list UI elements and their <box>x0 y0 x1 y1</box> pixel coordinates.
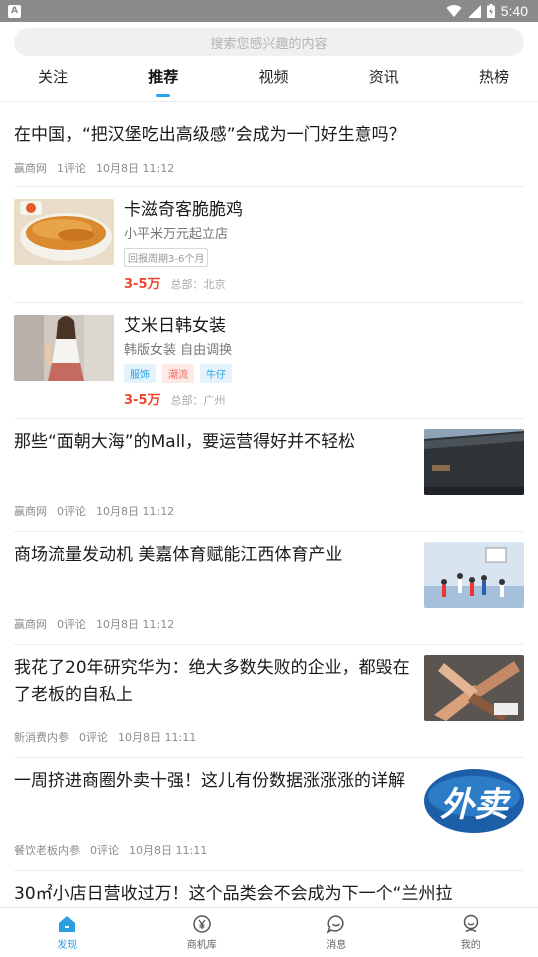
takeout-thumb-text: 外卖 <box>440 784 508 825</box>
shop-price: 3-5万 <box>124 277 161 292</box>
article-time: 10月8日 11:12 <box>96 162 175 175</box>
article-comments: 1评论 <box>57 162 86 175</box>
nav-discover[interactable]: 发现 <box>27 914 107 951</box>
battery-icon <box>486 4 495 18</box>
shop-image-chicken <box>14 199 114 265</box>
shop-desc: 小平米万元起立店 <box>124 227 229 242</box>
shop-price: 3-5万 <box>124 393 161 408</box>
shop-image-fashion <box>14 315 114 381</box>
news-source: 赢商网 <box>14 618 47 631</box>
news-time: 10月8日 11:11 <box>118 731 197 744</box>
shop-hq: 总部：广州 <box>170 394 226 407</box>
news-item[interactable]: 一周挤进商圈外卖十强！这儿有份数据涨涨涨的详解 外卖 餐饮老板内参 0评论 10… <box>14 758 524 871</box>
tab-follow[interactable]: 关注 <box>38 66 68 91</box>
shop-item[interactable]: 艾米日韩女装 韩版女装 自由调换 服饰 潮流 牛仔 3-5万 总部：广州 <box>14 303 524 419</box>
notification-icon: A <box>8 4 21 18</box>
news-image-hands <box>424 655 524 721</box>
news-item[interactable]: 那些“面朝大海”的Mall，要运营得好并不轻松 赢商网 0评论 10月8日 11… <box>14 419 524 532</box>
tab-recommend[interactable]: 推荐 <box>148 66 178 91</box>
nav-messages[interactable]: 消息 <box>296 914 376 951</box>
news-source: 赢商网 <box>14 505 47 518</box>
yuan-icon <box>193 915 211 933</box>
shop-tag: 牛仔 <box>200 364 232 383</box>
feed-list: 在中国，“把汉堡吃出高级感”会成为一门好生意吗？ 赢商网 1评论 10月8日 1… <box>0 102 538 908</box>
status-time: 5:40 <box>500 3 528 19</box>
news-item[interactable]: 商场流量发动机 美嘉体育赋能江西体育产业 赢商网 0评论 10月8日 11:12 <box>14 532 524 645</box>
shop-item[interactable]: 卡滋奇客脆脆鸡 小平米万元起立店 回报周期3-6个月 3-5万 总部：北京 <box>14 187 524 303</box>
article-item[interactable]: 在中国，“把汉堡吃出高级感”会成为一门好生意吗？ 赢商网 1评论 10月8日 1… <box>14 102 524 187</box>
news-comments: 0评论 <box>90 844 119 857</box>
nav-mine[interactable]: 我的 <box>431 914 511 951</box>
news-title: 我花了20年研究华为：绝大多数失败的企业，都毁在了老板的自私上 <box>14 658 410 705</box>
status-bar: A 5:40 <box>0 0 538 22</box>
news-time: 10月8日 11:12 <box>96 618 175 631</box>
wifi-icon <box>446 4 462 17</box>
article-title: 在中国，“把汉堡吃出高级感”会成为一门好生意吗？ <box>14 125 406 145</box>
chat-icon <box>326 915 344 934</box>
news-time: 10月8日 11:12 <box>96 505 175 518</box>
bottom-nav: 发现 商机库 消息 我的 <box>0 907 538 957</box>
category-tabs: 关注 推荐 视频 资讯 热榜 <box>0 56 538 102</box>
shop-tag: 回报周期3-6个月 <box>124 248 209 267</box>
nav-label: 商机库 <box>186 940 217 951</box>
news-title-partial[interactable]: 30㎡小店日营收过万！这个品类会不会成为下一个“兰州拉 <box>14 871 524 908</box>
shop-tag: 服饰 <box>124 364 156 383</box>
shop-hq: 总部：北京 <box>170 278 226 291</box>
news-source: 餐饮老板内参 <box>14 844 80 857</box>
news-image-basketball <box>424 542 524 608</box>
shop-desc: 韩版女装 自由调换 <box>124 343 233 358</box>
tab-hot[interactable]: 热榜 <box>479 66 509 91</box>
user-icon <box>463 914 478 933</box>
article-meta: 赢商网 1评论 10月8日 11:12 <box>14 160 524 176</box>
news-item[interactable]: 我花了20年研究华为：绝大多数失败的企业，都毁在了老板的自私上 新消费内参 0评… <box>14 645 524 758</box>
news-comments: 0评论 <box>57 505 86 518</box>
nav-opportunities[interactable]: 商机库 <box>162 914 242 951</box>
tab-video[interactable]: 视频 <box>258 66 288 91</box>
article-source: 赢商网 <box>14 162 47 175</box>
shop-name: 卡滋奇客脆脆鸡 <box>124 200 243 220</box>
home-icon <box>59 916 76 932</box>
news-comments: 0评论 <box>79 731 108 744</box>
news-image-mall <box>424 429 524 495</box>
news-image-takeout: 外卖 <box>424 768 524 834</box>
news-comments: 0评论 <box>57 618 86 631</box>
tab-news[interactable]: 资讯 <box>369 66 399 91</box>
shop-name: 艾米日韩女装 <box>124 316 226 336</box>
news-title: 一周挤进商圈外卖十强！这儿有份数据涨涨涨的详解 <box>14 771 405 791</box>
signal-icon <box>467 4 481 18</box>
nav-label: 我的 <box>460 940 481 951</box>
news-title: 商场流量发动机 美嘉体育赋能江西体育产业 <box>14 545 343 565</box>
search-input[interactable]: 搜索您感兴趣的内容 <box>14 28 524 56</box>
news-title: 那些“面朝大海”的Mall，要运营得好并不轻松 <box>14 432 356 452</box>
news-time: 10月8日 11:11 <box>129 844 208 857</box>
news-source: 新消费内参 <box>14 731 69 744</box>
shop-tag: 潮流 <box>162 364 194 383</box>
nav-label: 消息 <box>326 940 347 951</box>
nav-label: 发现 <box>57 940 78 951</box>
